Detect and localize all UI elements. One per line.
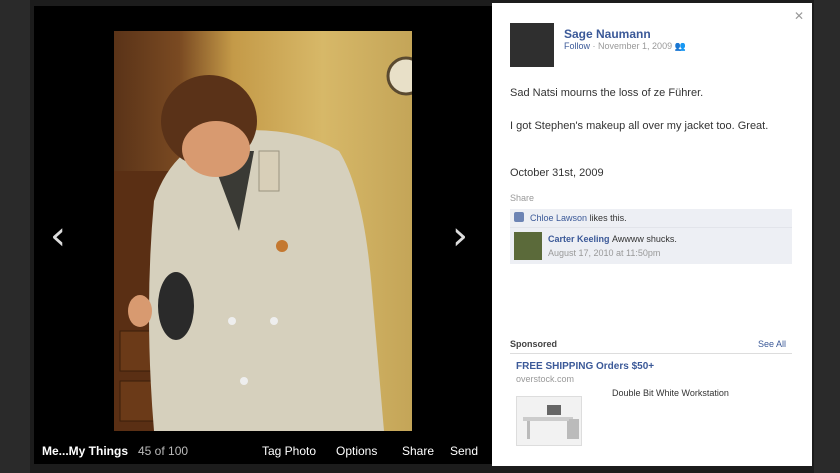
likes-text: likes this.	[589, 213, 627, 223]
comment-header: Carter Keeling Awwww shucks.	[548, 234, 677, 244]
ad-title[interactable]: FREE SHIPPING Orders $50+	[516, 361, 654, 372]
like-row: Chloe Lawson likes this.	[510, 209, 792, 228]
see-all-link[interactable]: See All	[758, 339, 786, 349]
like-text: Chloe Lawson likes this.	[530, 213, 627, 223]
photo-viewer: ‹ › Me...My Things 45 of 100 Tag Photo O…	[34, 6, 492, 464]
liker-name[interactable]: Chloe Lawson	[530, 213, 587, 223]
post-date[interactable]: November 1, 2009	[598, 41, 672, 51]
post-meta: Follow · November 1, 2009 👥	[564, 41, 686, 52]
background-left	[0, 0, 30, 473]
chevron-left-icon: ‹	[50, 213, 66, 259]
commenter-name[interactable]: Carter Keeling	[548, 234, 610, 244]
comment-time[interactable]: August 17, 2010 at 11:50pm	[548, 248, 660, 258]
author-name[interactable]: Sage Naumann	[564, 27, 651, 41]
comment-text: Awwww shucks.	[612, 234, 677, 244]
sponsored-header: Sponsored See All	[510, 339, 792, 354]
feedback-box: Chloe Lawson likes this. Carter Keeling …	[510, 209, 792, 264]
photo-actions-bar: Me...My Things 45 of 100 Tag Photo Optio…	[34, 436, 492, 464]
share-button[interactable]: Share	[402, 444, 434, 458]
friends-icon: 👥	[674, 41, 686, 51]
photo-details-panel: ✕ Sage Naumann Follow · November 1, 2009…	[492, 3, 812, 466]
tag-photo-button[interactable]: Tag Photo	[262, 444, 316, 458]
ad-image[interactable]	[516, 396, 582, 446]
comment: Carter Keeling Awwww shucks. August 17, …	[510, 228, 792, 264]
caption-line-2: I got Stephen's makeup all over my jacke…	[510, 120, 769, 132]
photo-count: 45 of 100	[138, 444, 189, 458]
previous-photo-button[interactable]: ‹	[50, 216, 66, 256]
photo-image	[114, 56, 412, 431]
avatar[interactable]	[510, 23, 554, 67]
follow-link[interactable]: Follow	[564, 41, 590, 51]
next-photo-button[interactable]: ›	[452, 216, 468, 256]
workstation-image	[523, 405, 579, 439]
photo[interactable]	[114, 31, 412, 431]
close-icon: ✕	[793, 9, 804, 23]
thumbs-up-icon	[514, 212, 524, 222]
ad-url[interactable]: overstock.com	[516, 374, 574, 384]
caption-date: October 31st, 2009	[510, 167, 604, 179]
chevron-right-icon: ›	[452, 213, 468, 259]
commenter-avatar[interactable]	[514, 232, 542, 260]
send-button[interactable]: Send	[450, 444, 478, 458]
share-link[interactable]: Share	[510, 193, 534, 203]
close-button[interactable]: ✕	[794, 9, 804, 23]
ad-description[interactable]: Double Bit White Workstation	[612, 388, 729, 398]
album-name[interactable]: Me...My Things	[42, 444, 128, 458]
caption-line-1: Sad Natsi mourns the loss of ze Führer.	[510, 87, 704, 99]
background-right	[814, 0, 840, 473]
sponsored-label: Sponsored	[510, 339, 558, 349]
options-button[interactable]: Options	[336, 444, 377, 458]
